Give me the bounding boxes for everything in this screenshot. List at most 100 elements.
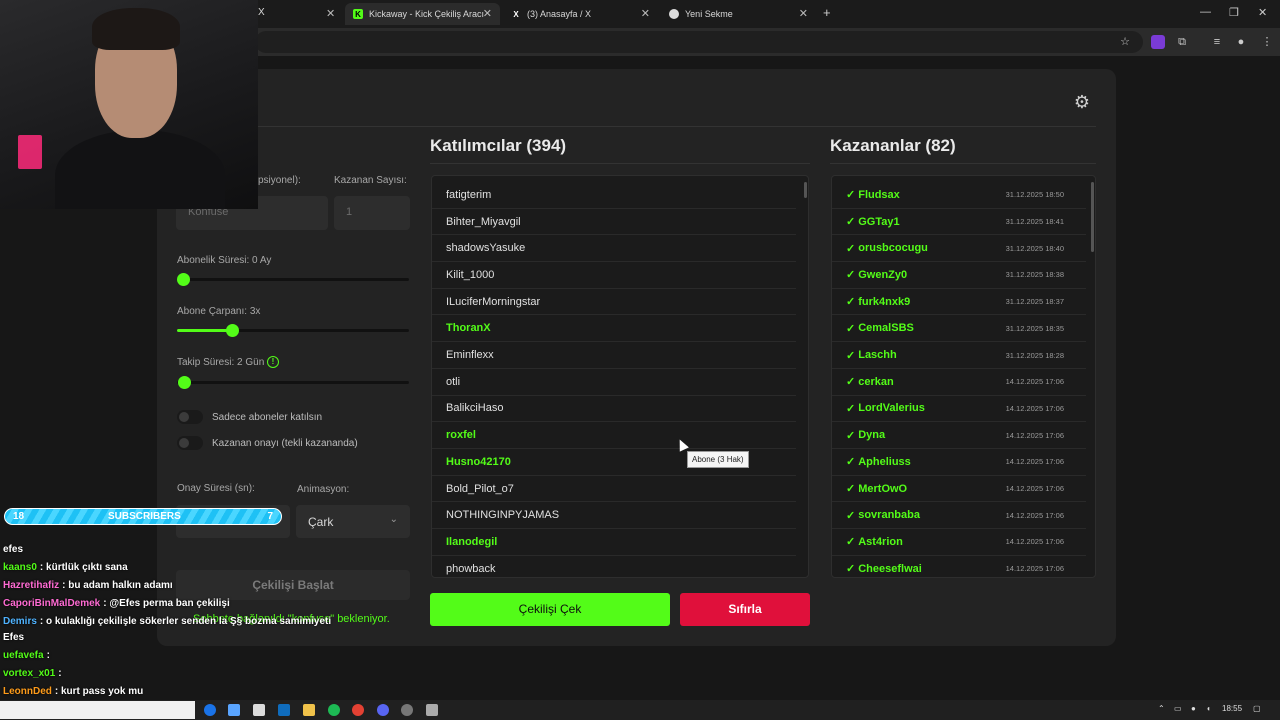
profile-icon[interactable]: ● [1234,35,1248,49]
minimize-icon[interactable]: — [1200,6,1211,18]
chat-username[interactable]: CaporiBinMalDemek [3,598,100,609]
copilot-icon[interactable] [228,704,240,716]
notification-icon[interactable]: ▢ [1253,704,1261,713]
chat-username[interactable]: kaans0 [3,562,37,573]
chat-username[interactable]: LeonnDed [3,686,52,697]
address-field[interactable] [255,31,1143,53]
winner-row[interactable]: ✓ orusbcocugu 31.12.2025 18:40 [832,235,1086,263]
taskbar-search[interactable] [0,701,195,719]
clock[interactable]: 18:55 [1222,704,1242,713]
animation-select[interactable]: Çark ⌄ [296,505,410,538]
close-icon[interactable]: ✕ [799,7,808,20]
sub-duration-slider[interactable] [177,278,409,281]
participant-row[interactable]: Kilit_1000 [432,262,796,289]
check-icon: ✓ [846,349,856,362]
winner-confirm-toggle[interactable] [177,436,203,450]
participant-row[interactable]: roxfel [432,422,796,449]
close-icon[interactable]: ✕ [326,7,337,20]
reset-button[interactable]: Sıfırla [680,593,810,626]
star-icon[interactable]: ☆ [1118,35,1132,49]
store-icon[interactable] [253,704,265,716]
chat-username[interactable]: uefavefa [3,650,44,661]
participant-row[interactable]: Bihter_Miyavgil [432,209,796,236]
chat-message: Hazretihafiz: bu adam halkın adamı [3,580,173,591]
winner-row[interactable]: ✓ Fludsax 31.12.2025 18:50 [832,182,1086,209]
start-raffle-button[interactable]: Çekilişi Başlat [176,570,410,600]
winner-row[interactable]: ✓ Cheeseflwai 14.12.2025 17:06 [832,556,1086,577]
sub-multiplier-knob[interactable] [226,324,239,337]
winner-row[interactable]: ✓ Apheliuss 14.12.2025 17:06 [832,449,1086,476]
maximize-icon[interactable]: ❐ [1229,6,1239,19]
winner-row[interactable]: ✓ GGTay1 31.12.2025 18:41 [832,209,1086,236]
mic-icon[interactable]: ● [1191,704,1196,713]
animation-value: Çark [308,515,334,529]
winner-row[interactable]: ✓ MertOwO 14.12.2025 17:06 [832,476,1086,503]
participant-row[interactable]: BalikciHaso [432,396,796,423]
gear-icon[interactable]: ⚙ [1072,92,1092,112]
participant-row[interactable]: Eminflexx [432,342,796,369]
winner-row[interactable]: ✓ Laschh 31.12.2025 18:28 [832,342,1086,369]
participant-row[interactable]: phowback [432,556,796,577]
discord-icon[interactable] [377,704,389,716]
sub-duration-knob[interactable] [177,273,190,286]
winner-row[interactable]: ✓ LordValerius 14.12.2025 17:06 [832,396,1086,423]
winner-row[interactable]: ✓ cerkan 14.12.2025 17:06 [832,369,1086,396]
winner-row[interactable]: ✓ sovranbaba 14.12.2025 17:06 [832,502,1086,530]
participant-row[interactable]: otli [432,369,796,396]
media-icon[interactable]: ≡ [1210,35,1224,49]
menu-icon[interactable]: ⋮ [1260,35,1274,49]
extension-icon[interactable] [1151,35,1165,49]
new-tab-button[interactable]: + [823,5,831,20]
volume-icon[interactable]: ◖ [1206,704,1211,713]
winners-divider [830,163,1096,164]
chat-username[interactable]: Hazretihafiz [3,580,59,591]
chat-username[interactable]: efes [3,544,23,555]
follow-duration-knob[interactable] [178,376,191,389]
participant-row[interactable]: Ilanodegil [432,529,796,556]
winner-row[interactable]: ✓ furk4nxk9 31.12.2025 18:37 [832,289,1086,316]
obs-icon[interactable] [401,704,413,716]
tray-chevron-icon[interactable]: ⌃ [1158,704,1165,713]
participant-row[interactable]: NOTHINGINPYJAMAS [432,502,796,530]
participants-list[interactable]: fatigterim Bihter_Miyavgil shadowsYasuke Ki… [431,175,809,578]
chrome-icon[interactable] [352,704,364,716]
tab-new[interactable]: Yeni Sekme ✕ [661,3,816,25]
app-icon[interactable] [426,704,438,716]
follow-duration-slider[interactable] [177,381,409,384]
winner-name: furk4nxk9 [858,295,911,308]
tab-x-home[interactable]: X (3) Anasayfa / X ✕ [503,3,658,25]
edge-icon[interactable] [204,704,216,716]
close-icon[interactable]: ✕ [641,7,650,20]
winner-row[interactable]: ✓ Ast4rion 14.12.2025 17:06 [832,529,1086,556]
winners-list[interactable]: ✓ Fludsax 31.12.2025 18:50 ✓ GGTay1 31.12.202… [831,175,1096,578]
participants-scrollbar[interactable] [804,182,807,198]
tab-kickaway[interactable]: K Kickaway - Kick Çekiliş Aracı ✕ [345,3,500,25]
spotify-icon[interactable] [328,704,340,716]
network-icon[interactable]: ▭ [1174,704,1182,713]
participant-row[interactable]: Bold_Pilot_o7 [432,476,796,503]
winner-row[interactable]: ✓ Dyna 14.12.2025 17:06 [832,422,1086,449]
folder-icon[interactable] [303,704,315,716]
participant-row[interactable]: ThoranX [432,316,796,343]
participant-row[interactable]: ILuciferMorningstar [432,289,796,316]
follow-duration-label: Takip Süresi: 2 Gün [177,357,265,368]
participant-row[interactable]: shadowsYasuke [432,235,796,263]
chat-username[interactable]: Efes [3,632,24,643]
info-icon[interactable]: ! [267,356,279,368]
draw-winner-button[interactable]: Çekilişi Çek [430,593,670,626]
winner-name: Ast4rion [858,535,903,548]
puzzle-icon[interactable]: ⧉ [1175,35,1189,49]
winner-row[interactable]: ✓ CemalSBS 31.12.2025 18:35 [832,316,1086,343]
chat-username[interactable]: vortex_x01 [3,668,55,679]
participant-row[interactable]: fatigterim [432,182,796,209]
subs-only-toggle[interactable] [177,410,203,424]
outlook-icon[interactable] [278,704,290,716]
window-close-icon[interactable]: ✕ [1258,6,1267,19]
winner-row[interactable]: ✓ GwenZy0 31.12.2025 18:38 [832,262,1086,289]
check-icon: ✓ [846,242,856,255]
winners-scrollbar[interactable] [1091,182,1094,252]
close-icon[interactable]: ✕ [483,7,492,20]
winner-count-input[interactable]: 1 [334,196,410,230]
chat-username[interactable]: Demirs [3,616,37,627]
subs-only-label: Sadece aboneler katılsın [212,412,323,423]
